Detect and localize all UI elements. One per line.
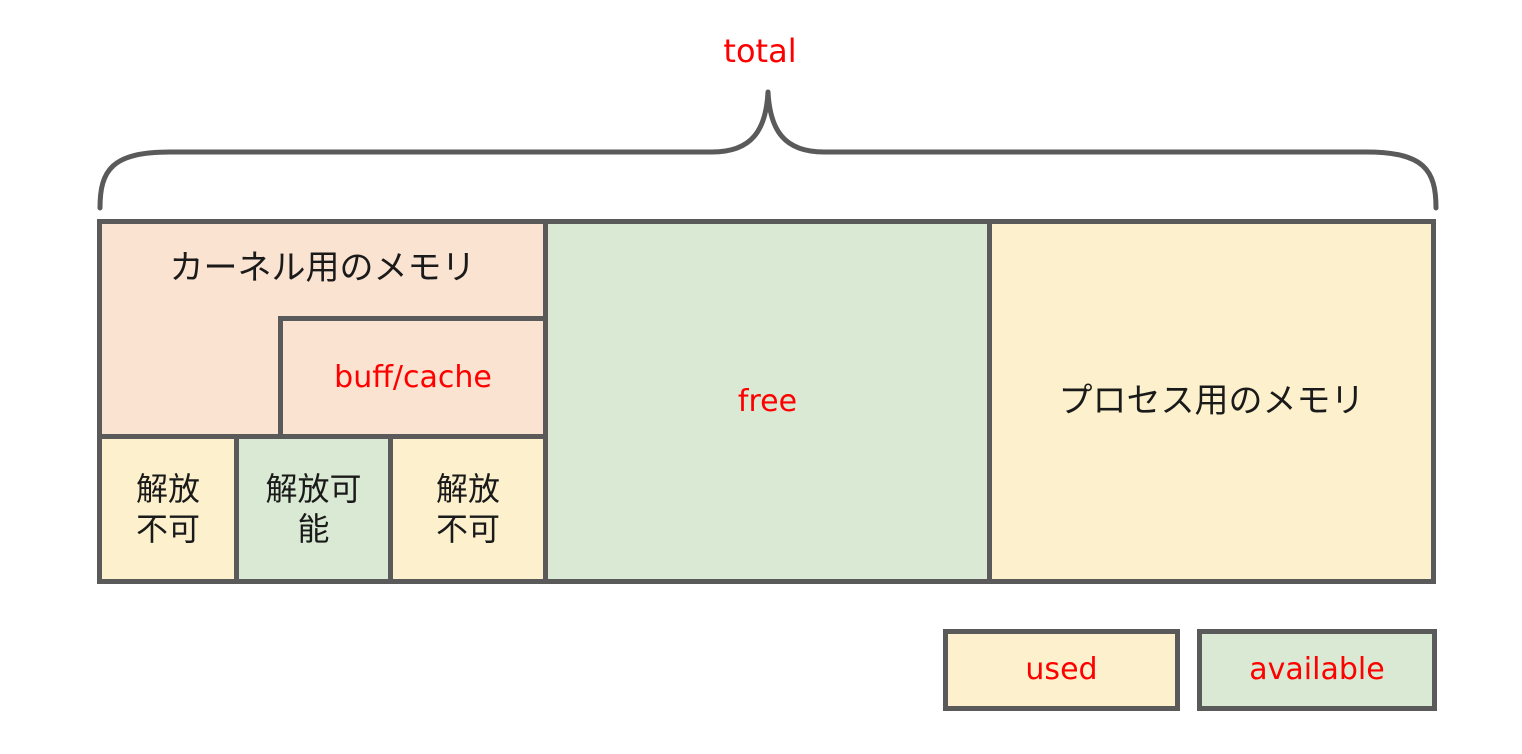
free-label: free — [737, 383, 798, 419]
freeable-label: 解放可 能 — [265, 470, 362, 548]
legend-used-label: used — [1025, 652, 1098, 688]
process-memory-label: プロセス用のメモリ — [1058, 381, 1365, 422]
legend-available-label: available — [1249, 652, 1385, 688]
memory-diagram: total カーネル用のメモリ buff/cache 解放 不可 解放可 能 解… — [0, 0, 1522, 754]
kernel-memory-label: カーネル用のメモリ — [169, 247, 476, 288]
non-freeable-right-label: 解放 不可 — [435, 470, 500, 548]
non-freeable-left-label: 解放 不可 — [135, 470, 200, 548]
buff-cache-label: buff/cache — [334, 359, 492, 395]
